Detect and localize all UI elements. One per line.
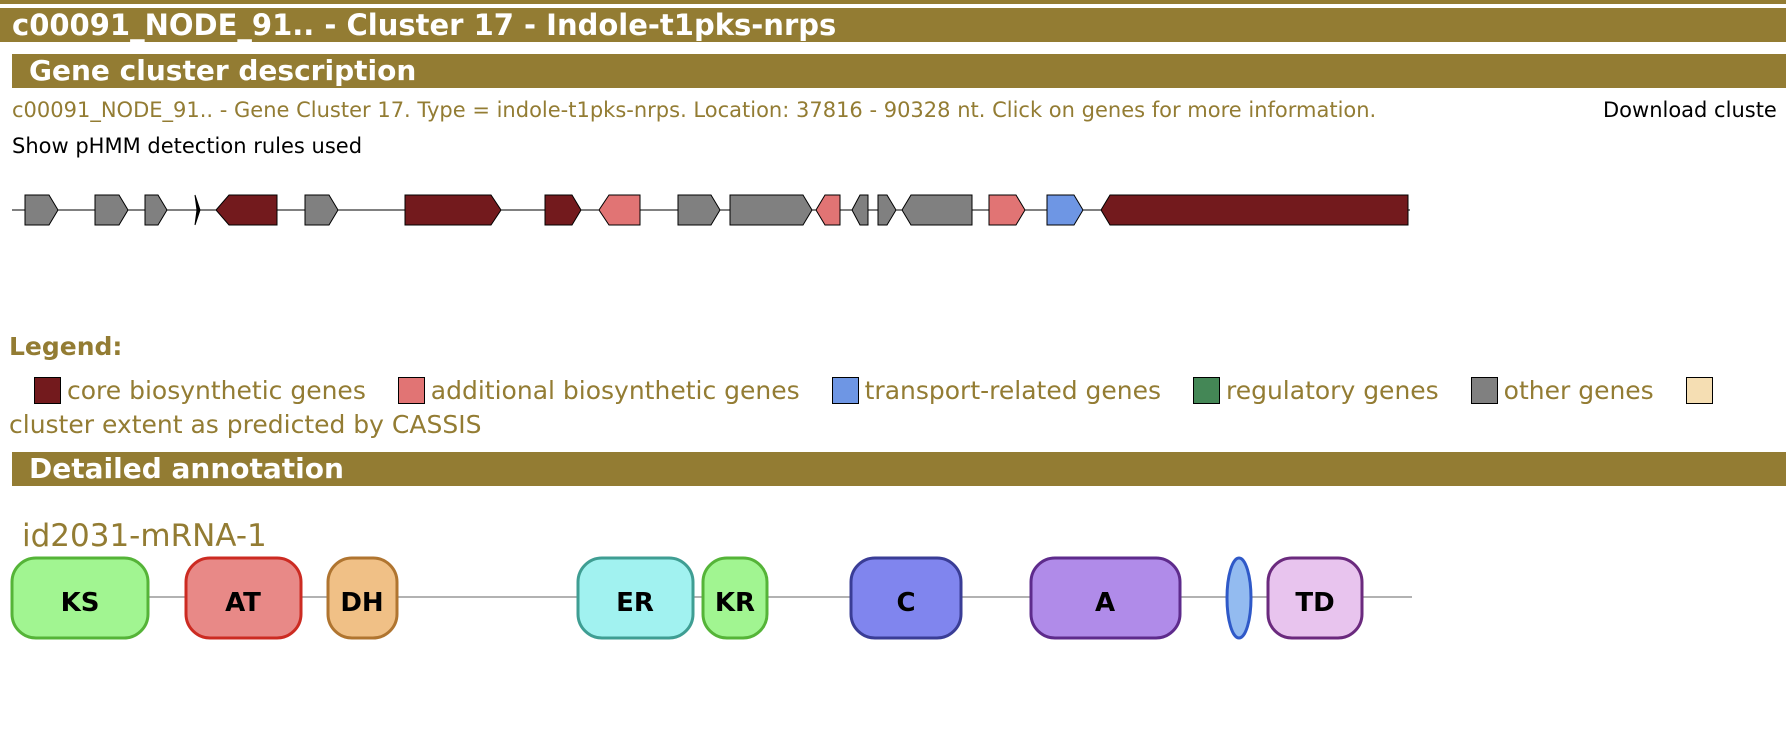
- section-header-description: Gene cluster description: [12, 54, 1786, 88]
- legend-item-core: core biosynthetic genes: [34, 376, 366, 405]
- legend-label-regulatory: regulatory genes: [1225, 376, 1439, 405]
- domain-architecture: KS AT DH ER KR C A TD: [10, 556, 1412, 640]
- gene-arrow[interactable]: [988, 194, 1026, 226]
- gene-arrow[interactable]: [1046, 194, 1084, 226]
- legend-swatch-other: [1470, 377, 1498, 404]
- legend-swatch-transport: [831, 377, 859, 404]
- domain-kr[interactable]: KR: [701, 556, 769, 640]
- gene-arrow[interactable]: [215, 194, 278, 226]
- show-detection-rules-link[interactable]: Show pHMM detection rules used: [12, 134, 362, 158]
- legend-label-cassis: cluster extent as predicted by CASSIS: [9, 410, 482, 439]
- legend-item-transport: transport-related genes: [831, 376, 1162, 405]
- domain-c[interactable]: C: [849, 556, 963, 640]
- gene-arrow[interactable]: [677, 194, 721, 226]
- gene-arrow[interactable]: [24, 194, 59, 226]
- legend-list: core biosynthetic genes additional biosy…: [34, 376, 1786, 406]
- domain-label: ER: [616, 588, 654, 618]
- gene-arrow[interactable]: [144, 194, 168, 226]
- legend-swatch-cassis: [1685, 377, 1713, 404]
- top-divider: [0, 0, 1786, 4]
- domain-a[interactable]: A: [1029, 556, 1182, 640]
- legend-swatch-regulatory: [1192, 377, 1220, 404]
- domain-er[interactable]: ER: [576, 556, 695, 640]
- domain-pcp[interactable]: [1225, 556, 1253, 640]
- gene-arrow[interactable]: [851, 194, 869, 226]
- legend-item-additional: additional biosynthetic genes: [397, 376, 800, 405]
- legend-swatch-core: [34, 377, 61, 404]
- gene-arrow[interactable]: [729, 194, 813, 226]
- domain-td[interactable]: TD: [1266, 556, 1364, 640]
- gene-arrow[interactable]: [901, 194, 973, 226]
- download-cluster-link[interactable]: Download cluste: [1603, 98, 1777, 122]
- gene-arrow[interactable]: [304, 194, 339, 226]
- gene-arrow[interactable]: [877, 194, 897, 226]
- domain-dh[interactable]: DH: [326, 556, 399, 640]
- legend-item-regulatory: regulatory genes: [1192, 376, 1439, 405]
- gene-arrow[interactable]: [404, 194, 502, 226]
- domain-label: A: [1095, 588, 1115, 618]
- section-title-description: Gene cluster description: [29, 54, 417, 87]
- protein-name: id2031-mRNA-1: [22, 518, 267, 554]
- gene-arrow[interactable]: [1100, 194, 1409, 226]
- gene-arrow[interactable]: [94, 194, 129, 226]
- domain-label: KR: [715, 588, 755, 618]
- cluster-description-text: c00091_NODE_91.. - Gene Cluster 17. Type…: [12, 98, 1377, 122]
- legend-item-other: other genes: [1470, 376, 1654, 405]
- section-header-detailed: Detailed annotation: [12, 452, 1786, 486]
- domain-label: DH: [340, 588, 383, 618]
- domain-label: C: [896, 588, 915, 618]
- cluster-title-bar: c00091_NODE_91.. - Cluster 17 - Indole-t…: [0, 8, 1786, 42]
- legend-item-cassis: [1685, 377, 1719, 404]
- domain-label: KS: [61, 588, 100, 618]
- gene-cluster-map: [12, 194, 1410, 226]
- cluster-title: c00091_NODE_91.. - Cluster 17 - Indole-t…: [12, 8, 837, 42]
- gene-arrow[interactable]: [544, 194, 582, 226]
- legend-label-other: other genes: [1503, 376, 1654, 405]
- domain-at[interactable]: AT: [184, 556, 303, 640]
- legend-swatch-additional: [397, 377, 425, 404]
- domain-label: TD: [1295, 588, 1334, 618]
- domain-ks[interactable]: KS: [10, 556, 150, 640]
- legend-label-additional: additional biosynthetic genes: [430, 376, 800, 405]
- gene-arrow[interactable]: [815, 194, 841, 226]
- domain-label: AT: [225, 588, 261, 618]
- legend-title: Legend:: [9, 332, 123, 361]
- legend-label-transport: transport-related genes: [864, 376, 1162, 405]
- legend-label-core: core biosynthetic genes: [67, 376, 366, 405]
- section-title-detailed: Detailed annotation: [29, 452, 344, 485]
- gene-arrow[interactable]: [598, 194, 641, 226]
